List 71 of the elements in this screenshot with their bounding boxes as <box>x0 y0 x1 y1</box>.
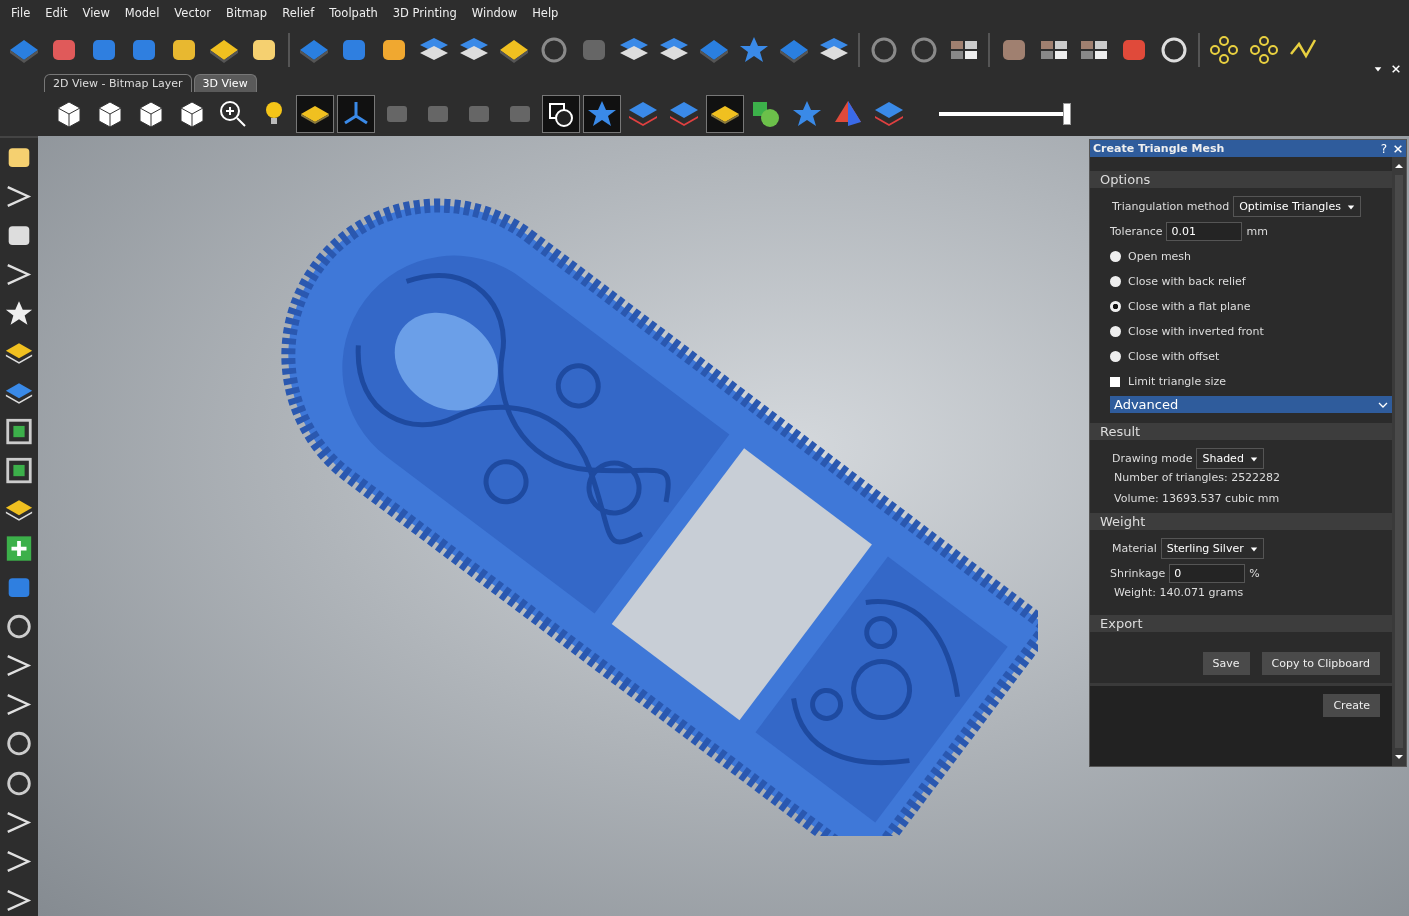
option-label: Close with inverted front <box>1128 325 1264 338</box>
result-text: Number of triangles: 2522282 <box>1113 471 1282 486</box>
weight-text: Weight: 140.071 grams <box>1113 586 1245 601</box>
section-header: Weight <box>1090 513 1392 530</box>
circles-icon[interactable] <box>1248 34 1280 66</box>
view-tab[interactable]: 3D View <box>193 74 257 92</box>
3d-viewport[interactable] <box>38 136 1409 916</box>
view-tab[interactable]: 2D View - Bitmap Layer <box>44 74 192 92</box>
advanced-expander[interactable]: Advanced <box>1110 396 1392 413</box>
section-header: Options <box>1090 171 1392 188</box>
radio-button[interactable] <box>1110 351 1121 362</box>
panel-title: Create Triangle Mesh <box>1093 142 1226 155</box>
menu-item[interactable]: File <box>4 6 38 20</box>
menu-item[interactable]: View <box>75 6 117 20</box>
method-dropdown[interactable]: Optimise Triangles <box>1233 196 1361 217</box>
option-label: Close with back relief <box>1128 275 1246 288</box>
help-button[interactable]: ? <box>1374 141 1393 156</box>
radio-option[interactable]: Close with back relief <box>1090 269 1392 294</box>
field-label: Shrinkage <box>1110 567 1166 580</box>
circles-icon[interactable] <box>1208 34 1240 66</box>
unit-label: % <box>1249 567 1260 580</box>
caret-icon <box>1249 454 1258 463</box>
radio-button[interactable] <box>1110 326 1121 337</box>
close-icon[interactable] <box>1393 143 1403 154</box>
radio-option[interactable]: Close with inverted front <box>1090 319 1392 344</box>
option-label: Close with a flat plane <box>1128 300 1251 313</box>
shrinkage-field[interactable]: 0 <box>1169 564 1246 583</box>
caret-icon <box>1346 202 1355 211</box>
radio-button[interactable] <box>1110 251 1121 262</box>
section-header: Result <box>1090 423 1392 440</box>
scroll-down-icon[interactable] <box>1394 752 1404 762</box>
scrollbar[interactable] <box>1392 157 1406 766</box>
menu-item[interactable]: 3D Printing <box>385 6 464 20</box>
menu-item[interactable]: Bitmap <box>219 6 275 20</box>
slider-thumb[interactable] <box>1063 103 1071 125</box>
export-button[interactable]: Copy to Clipboard <box>1261 652 1380 675</box>
menu-item[interactable]: Help <box>525 6 566 20</box>
menu-item[interactable]: Toolpath <box>322 6 385 20</box>
tolerance-field[interactable]: 0.01 <box>1166 222 1243 241</box>
caret-icon <box>1249 544 1258 553</box>
unit-label: mm <box>1246 225 1268 238</box>
checkbox[interactable] <box>1110 376 1120 387</box>
section-header: Export <box>1090 615 1392 632</box>
option-label: Close with offset <box>1128 350 1220 363</box>
option-label: Open mesh <box>1128 250 1192 263</box>
field-label: Drawing mode <box>1112 452 1193 465</box>
plate-icon[interactable] <box>296 95 334 133</box>
close-icon[interactable] <box>1391 64 1401 74</box>
material-dropdown[interactable]: Sterling Silver <box>1160 538 1264 559</box>
checkbox-label: Limit triangle size <box>1128 375 1226 388</box>
radio-button[interactable] <box>1110 276 1121 287</box>
create-button[interactable]: Create <box>1323 694 1380 717</box>
field-label: Material <box>1112 542 1157 555</box>
radio-button[interactable] <box>1110 301 1121 312</box>
dropdown-icon[interactable] <box>1373 64 1383 74</box>
result-text: Volume: 13693.537 cubic mm <box>1113 492 1281 507</box>
menu-item[interactable]: Vector <box>167 6 218 20</box>
field-label: Triangulation method <box>1112 200 1230 213</box>
scroll-up-icon[interactable] <box>1394 161 1404 171</box>
radio-option[interactable]: Close with offset <box>1090 344 1392 369</box>
menu-item[interactable]: Edit <box>38 6 75 20</box>
menu-item[interactable]: Window <box>464 6 525 20</box>
menu-item[interactable]: Relief <box>275 6 322 20</box>
export-button[interactable]: Save <box>1202 652 1250 675</box>
axes-icon[interactable] <box>337 95 375 133</box>
field-label: Tolerance <box>1110 225 1163 238</box>
radio-option[interactable]: Open mesh <box>1090 244 1392 269</box>
drawing-mode-dropdown[interactable]: Shaded <box>1196 448 1264 469</box>
radio-option[interactable]: Close with a flat plane <box>1090 294 1392 319</box>
plate-icon[interactable] <box>706 95 744 133</box>
menu-item[interactable]: Model <box>117 6 167 20</box>
